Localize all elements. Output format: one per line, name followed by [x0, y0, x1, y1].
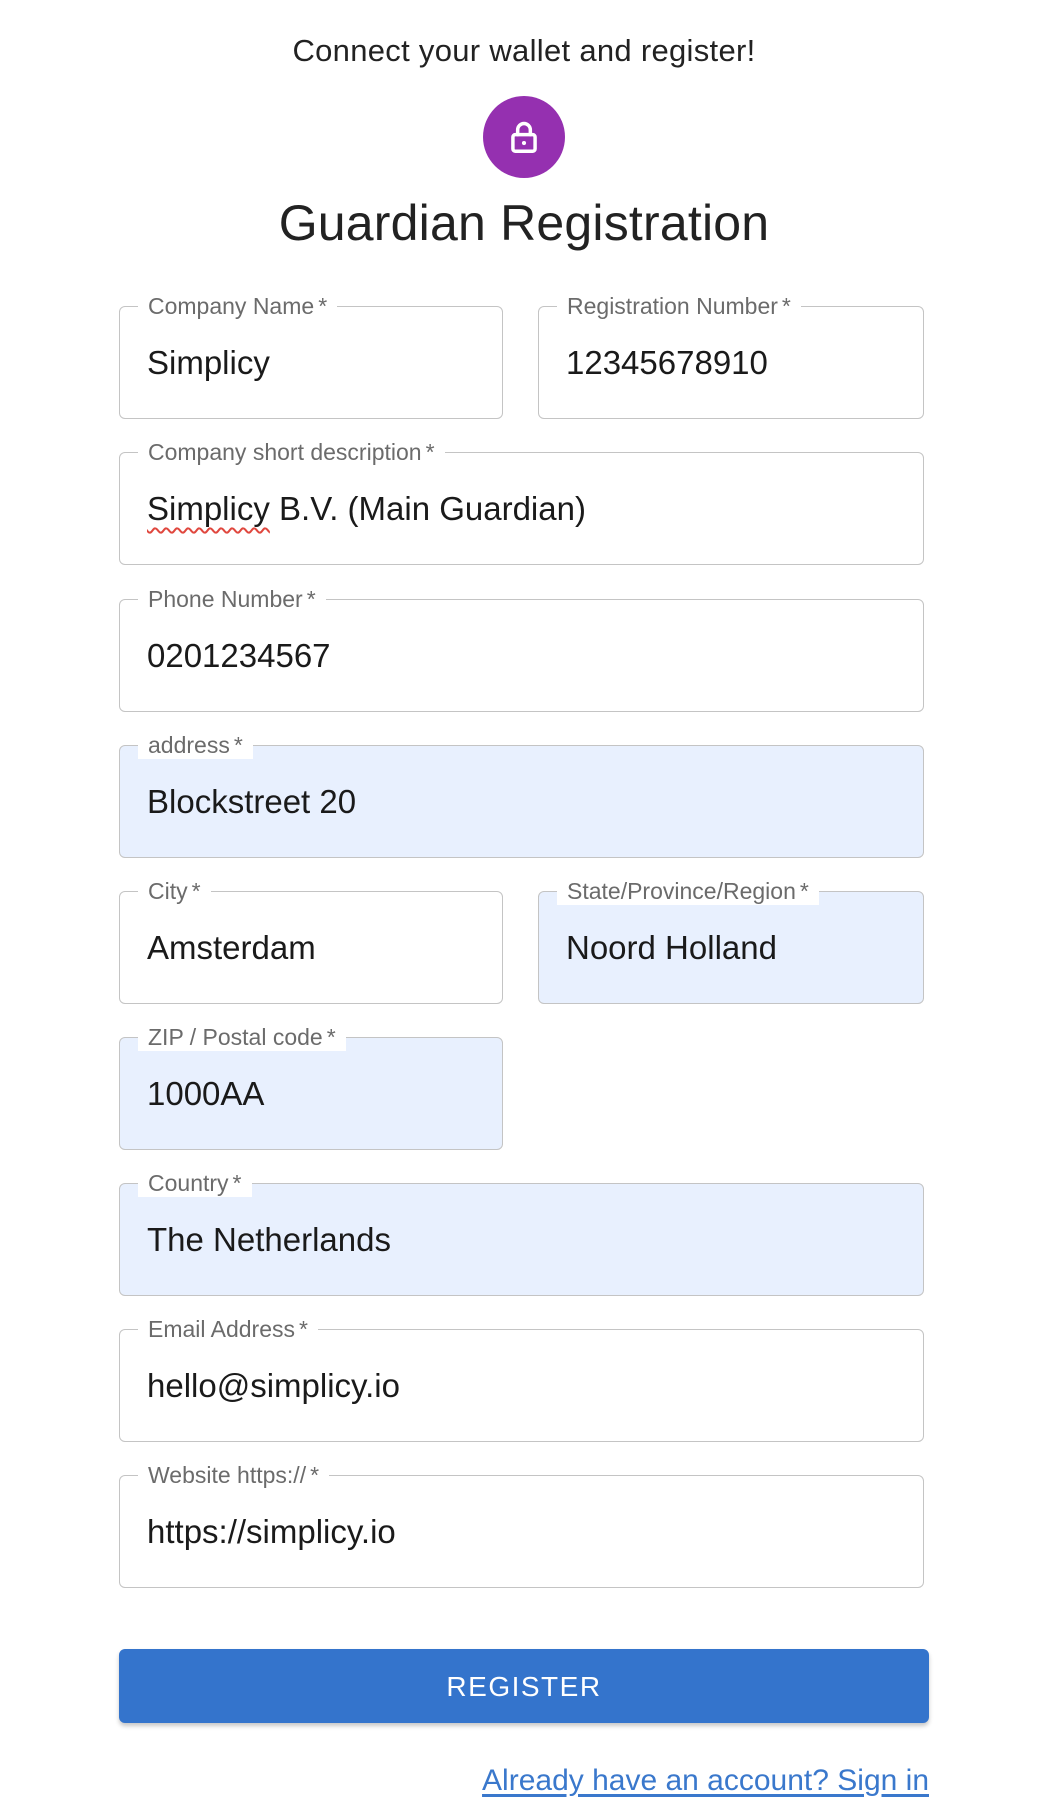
- state-label: State/Province/Region *: [557, 877, 819, 905]
- registration-number-field[interactable]: Registration Number * 12345678910: [538, 292, 924, 419]
- avatar: [483, 96, 565, 178]
- address-value: Blockstreet 20: [147, 783, 357, 820]
- page-title: Guardian Registration: [278, 195, 770, 251]
- zip-value: 1000AA: [147, 1075, 265, 1112]
- company-description-value: Simplicy B.V. (Main Guardian): [147, 490, 586, 527]
- address-label: address *: [138, 731, 253, 759]
- city-value: Amsterdam: [147, 929, 316, 966]
- company-name-field[interactable]: Company Name * Simplicy: [119, 292, 503, 419]
- company-description-label: Company short description *: [138, 438, 445, 466]
- country-field[interactable]: Country * The Netherlands: [119, 1169, 924, 1296]
- email-value: hello@simplicy.io: [147, 1367, 400, 1404]
- state-field[interactable]: State/Province/Region * Noord Holland: [538, 877, 924, 1004]
- spellcheck-word: Simplicy: [147, 490, 270, 527]
- phone-number-value: 0201234567: [147, 637, 331, 674]
- website-field[interactable]: Website https://* https://simplicy.io: [119, 1461, 924, 1588]
- company-name-value: Simplicy: [147, 344, 270, 381]
- country-value: The Netherlands: [147, 1221, 391, 1258]
- email-label: Email Address *: [138, 1315, 318, 1343]
- zip-field[interactable]: ZIP / Postal code * 1000AA: [119, 1023, 503, 1150]
- registration-number-value: 12345678910: [566, 344, 768, 381]
- company-name-label: Company Name *: [138, 292, 338, 320]
- website-value: https://simplicy.io: [147, 1513, 396, 1550]
- phone-number-field[interactable]: Phone Number * 0201234567: [119, 585, 924, 712]
- tagline: Connect your wallet and register!: [292, 33, 756, 68]
- phone-number-label: Phone Number *: [138, 585, 326, 613]
- country-label: Country *: [138, 1169, 252, 1197]
- email-field[interactable]: Email Address * hello@simplicy.io: [119, 1315, 924, 1442]
- website-label: Website https://*: [138, 1461, 330, 1489]
- sign-in-link[interactable]: Already have an account? Sign in: [482, 1764, 929, 1798]
- company-description-field[interactable]: Company short description * Simplicy B.V.…: [119, 438, 924, 565]
- register-button[interactable]: REGISTER: [119, 1649, 929, 1723]
- zip-label: ZIP / Postal code *: [138, 1023, 346, 1051]
- address-field[interactable]: address * Blockstreet 20: [119, 731, 924, 858]
- state-value: Noord Holland: [566, 929, 777, 966]
- registration-number-label: Registration Number *: [557, 292, 801, 320]
- city-label: City *: [138, 877, 211, 905]
- city-field[interactable]: City * Amsterdam: [119, 877, 503, 1004]
- lock-icon: [511, 121, 537, 153]
